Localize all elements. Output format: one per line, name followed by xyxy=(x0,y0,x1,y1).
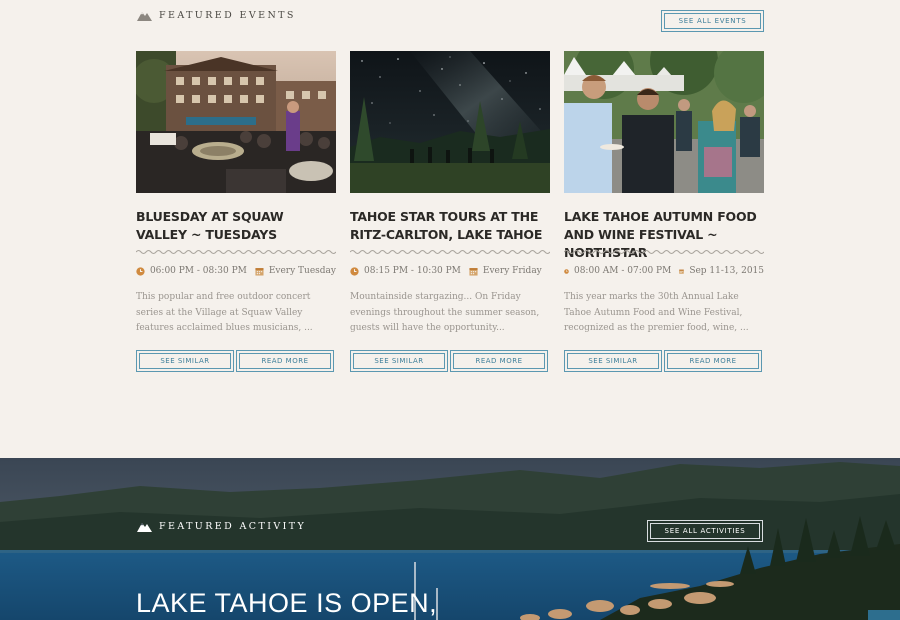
event-actions: See Similar Read More xyxy=(136,350,336,372)
event-photo-star-tours[interactable] xyxy=(350,51,550,193)
event-date: Every Friday xyxy=(482,266,542,276)
clock-icon xyxy=(564,268,569,274)
read-more-button[interactable]: Read More xyxy=(450,350,548,372)
event-time: 06:00 PM - 08:30 PM xyxy=(149,266,247,276)
wave-divider xyxy=(350,250,550,254)
event-actions: See Similar Read More xyxy=(350,350,550,372)
hero-title: Lake Tahoe is Open, xyxy=(136,588,438,618)
wave-divider xyxy=(136,250,336,254)
featured-activity-header: Featured Activity xyxy=(137,520,306,532)
mountain-icon xyxy=(137,523,152,532)
event-title[interactable]: Bluesday at Squaw Valley ~ Tuesdays xyxy=(136,208,336,248)
event-meta: 06:00 PM - 08:30 PM Every Tuesday xyxy=(136,266,336,276)
mountain-icon xyxy=(137,12,152,21)
see-similar-button[interactable]: See Similar xyxy=(564,350,662,372)
event-date: Every Tuesday xyxy=(268,266,336,276)
event-photo-food-wine[interactable] xyxy=(564,51,764,193)
lake-tahoe-background xyxy=(0,458,900,620)
event-meta: 08:00 AM - 07:00 PM Sep 11-13, 2015 xyxy=(564,266,764,276)
calendar-icon xyxy=(679,269,685,274)
event-description: This year marks the 30th Annual Lake Tah… xyxy=(564,292,749,333)
featured-events-section: Featured Events See All Events xyxy=(0,0,900,458)
featured-activity-section: Featured Activity See All Activities Lak… xyxy=(0,458,900,620)
see-all-activities-button[interactable]: See All Activities xyxy=(647,520,763,542)
event-title[interactable]: Tahoe Star Tours at the Ritz-Carlton, La… xyxy=(350,208,550,248)
event-time: 08:00 AM - 07:00 PM xyxy=(573,266,672,276)
event-date: Sep 11-13, 2015 xyxy=(689,266,764,276)
event-description: Mountainside stargazing... On Friday eve… xyxy=(350,292,540,333)
featured-events-header: Featured Events xyxy=(137,9,296,21)
event-meta: 08:15 PM - 10:30 PM Every Friday xyxy=(350,266,550,276)
read-more-button[interactable]: Read More xyxy=(236,350,334,372)
calendar-icon xyxy=(469,267,478,276)
featured-events-title: Featured Events xyxy=(159,9,296,21)
event-photo-bluesday[interactable] xyxy=(136,51,336,193)
event-title[interactable]: Lake Tahoe Autumn Food and Wine Festival… xyxy=(564,208,764,260)
clock-icon xyxy=(136,266,145,276)
event-card: Lake Tahoe Autumn Food and Wine Festival… xyxy=(564,51,764,372)
event-description: This popular and free outdoor concert se… xyxy=(136,292,313,333)
event-card: Tahoe Star Tours at the Ritz-Carlton, La… xyxy=(350,51,550,372)
calendar-icon xyxy=(255,267,264,276)
see-all-events-button[interactable]: See All Events xyxy=(661,10,764,32)
featured-activity-title: Featured Activity xyxy=(159,520,307,532)
event-actions: See Similar Read More xyxy=(564,350,764,372)
event-time: 08:15 PM - 10:30 PM xyxy=(364,266,461,276)
read-more-button[interactable]: Read More xyxy=(664,350,762,372)
see-similar-button[interactable]: See Similar xyxy=(136,350,234,372)
clock-icon xyxy=(350,266,359,276)
see-similar-button[interactable]: See Similar xyxy=(350,350,448,372)
event-card: Bluesday at Squaw Valley ~ Tuesdays 06:0… xyxy=(136,51,336,372)
